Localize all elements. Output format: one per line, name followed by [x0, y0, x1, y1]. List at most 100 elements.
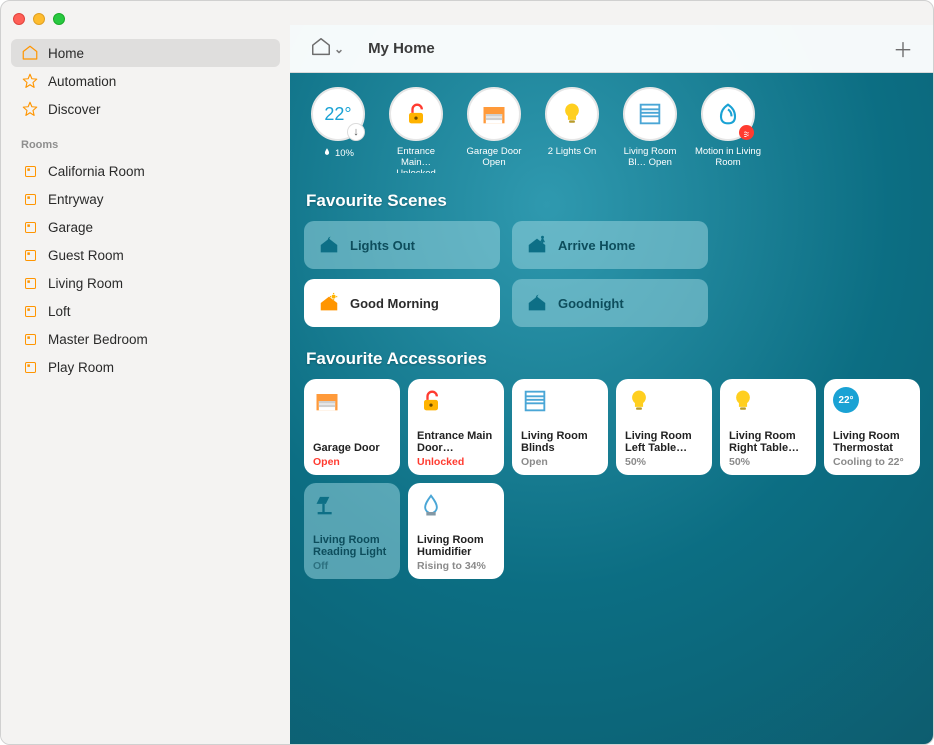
accessory-tile[interactable]: 22° Living Room ThermostatCooling to 22°	[824, 379, 920, 475]
room-item[interactable]: Play Room	[11, 353, 280, 381]
room-item[interactable]: Garage	[11, 213, 280, 241]
humidity: 10%	[322, 147, 354, 160]
tile-text: Living Room Right Table…50%	[729, 430, 807, 468]
status-row: 22°↓ 10% Entrance Main… Unlocked Garage Doo…	[304, 87, 921, 173]
status-label: Motion in Living Room	[694, 147, 762, 169]
accessory-state: Off	[313, 560, 391, 572]
scenes-grid: Lights Out Arrive Home Good MorningGoodnig…	[304, 221, 921, 327]
sidebar-item-label: Home	[48, 46, 84, 61]
rooms-header: Rooms	[11, 125, 280, 155]
status-label: Entrance Main… Unlocked	[382, 147, 450, 173]
sidebar: Home Automation Discover Rooms California …	[1, 25, 290, 744]
page-title: My Home	[368, 40, 435, 57]
topbar: ⌄ My Home ＋	[290, 25, 933, 73]
scene-tile[interactable]: Good Morning	[304, 279, 500, 327]
accessory-state: Open	[313, 456, 391, 468]
home-switcher[interactable]: ⌄	[304, 34, 350, 64]
drop-icon	[322, 147, 332, 160]
window-close-button[interactable]	[13, 13, 25, 25]
accessory-state: Open	[521, 456, 599, 468]
window-minimize-button[interactable]	[33, 13, 45, 25]
accessory-tile[interactable]: Entrance Main Door…Unlocked	[408, 379, 504, 475]
room-icon	[21, 358, 39, 376]
status-label: 2 Lights On	[548, 147, 597, 158]
status-circle	[467, 87, 521, 141]
accessory-tile[interactable]: Garage DoorOpen	[304, 379, 400, 475]
temp-value: 22°	[324, 104, 351, 125]
accessory-name: Living Room Left Table…	[625, 430, 703, 455]
room-icon	[21, 330, 39, 348]
humidifier-icon	[417, 491, 445, 519]
blinds-icon	[521, 387, 549, 415]
bulb-icon	[729, 387, 757, 415]
tile-text: Living Room Left Table…50%	[625, 430, 703, 468]
tile-text: Living Room Reading LightOff	[313, 534, 391, 572]
add-button[interactable]: ＋	[887, 34, 919, 63]
sidebar-item-home[interactable]: Home	[11, 39, 280, 67]
scene-tile[interactable]: Arrive Home	[512, 221, 708, 269]
room-item[interactable]: Entryway	[11, 185, 280, 213]
accessory-name: Entrance Main Door…	[417, 430, 495, 455]
home-icon	[21, 44, 39, 62]
status-chip[interactable]: Entrance Main… Unlocked	[382, 87, 450, 173]
discover-icon	[21, 100, 39, 118]
accessory-name: Living Room Blinds	[521, 430, 599, 455]
moon-house-icon	[526, 292, 548, 314]
room-icon	[21, 246, 39, 264]
room-item[interactable]: Loft	[11, 297, 280, 325]
tile-text: Garage DoorOpen	[313, 442, 391, 468]
scene-label: Arrive Home	[558, 238, 635, 253]
main: ⌄ My Home ＋ 22°↓10%Entrance Main… Unlock…	[290, 25, 933, 744]
accessory-state: Cooling to 22°	[833, 456, 911, 468]
room-icon	[21, 274, 39, 292]
room-label: Living Room	[48, 276, 123, 291]
room-item[interactable]: Guest Room	[11, 241, 280, 269]
sidebar-item-discover[interactable]: Discover	[11, 95, 280, 123]
status-chip[interactable]: Garage Door Open	[460, 87, 528, 173]
climate-chip[interactable]: 22°↓ 10%	[304, 87, 372, 173]
room-label: Loft	[48, 304, 71, 319]
arrow-down-icon: ↓	[347, 123, 365, 141]
accessory-tile[interactable]: Living Room HumidifierRising to 34%	[408, 483, 504, 579]
accessory-tile[interactable]: Living Room Reading LightOff	[304, 483, 400, 579]
status-circle	[545, 87, 599, 141]
accessory-tile[interactable]: Living Room BlindsOpen	[512, 379, 608, 475]
app-window: Home Automation Discover Rooms California …	[0, 0, 934, 745]
lock-open-icon	[417, 387, 445, 415]
accessory-state: Unlocked	[417, 456, 495, 468]
status-chip[interactable]: 2 Lights On	[538, 87, 606, 173]
scene-tile[interactable]: Goodnight	[512, 279, 708, 327]
sidebar-item-label: Automation	[48, 74, 116, 89]
room-icon	[21, 162, 39, 180]
home-icon	[310, 36, 332, 62]
bulb-icon	[625, 387, 653, 415]
status-circle	[623, 87, 677, 141]
room-label: Guest Room	[48, 248, 124, 263]
room-item[interactable]: California Room	[11, 157, 280, 185]
tile-text: Living Room BlindsOpen	[521, 430, 599, 468]
accessory-tile[interactable]: Living Room Left Table…50%	[616, 379, 712, 475]
thermostat-icon: 22°	[833, 387, 859, 413]
status-circle	[701, 87, 755, 141]
room-icon	[21, 218, 39, 236]
room-label: Garage	[48, 220, 93, 235]
chevron-down-icon: ⌄	[334, 42, 344, 56]
window-zoom-button[interactable]	[53, 13, 65, 25]
accessory-tile[interactable]: Living Room Right Table…50%	[720, 379, 816, 475]
accessory-name: Living Room Reading Light	[313, 534, 391, 559]
tile-text: Living Room ThermostatCooling to 22°	[833, 430, 911, 468]
sidebar-item-label: Discover	[48, 102, 101, 117]
main-scroll[interactable]: 22°↓10%Entrance Main… UnlockedGarage Doo…	[290, 73, 933, 744]
status-chip[interactable]: Motion in Living Room	[694, 87, 762, 173]
accessory-state: 50%	[625, 456, 703, 468]
room-label: Play Room	[48, 360, 114, 375]
automation-icon	[21, 72, 39, 90]
room-item[interactable]: Master Bedroom	[11, 325, 280, 353]
status-chip[interactable]: Living Room Bl… Open	[616, 87, 684, 173]
scene-tile[interactable]: Lights Out	[304, 221, 500, 269]
accessories-section-title: Favourite Accessories	[306, 349, 919, 369]
room-item[interactable]: Living Room	[11, 269, 280, 297]
sidebar-item-automation[interactable]: Automation	[11, 67, 280, 95]
sun-house-icon	[318, 292, 340, 314]
room-icon	[21, 190, 39, 208]
